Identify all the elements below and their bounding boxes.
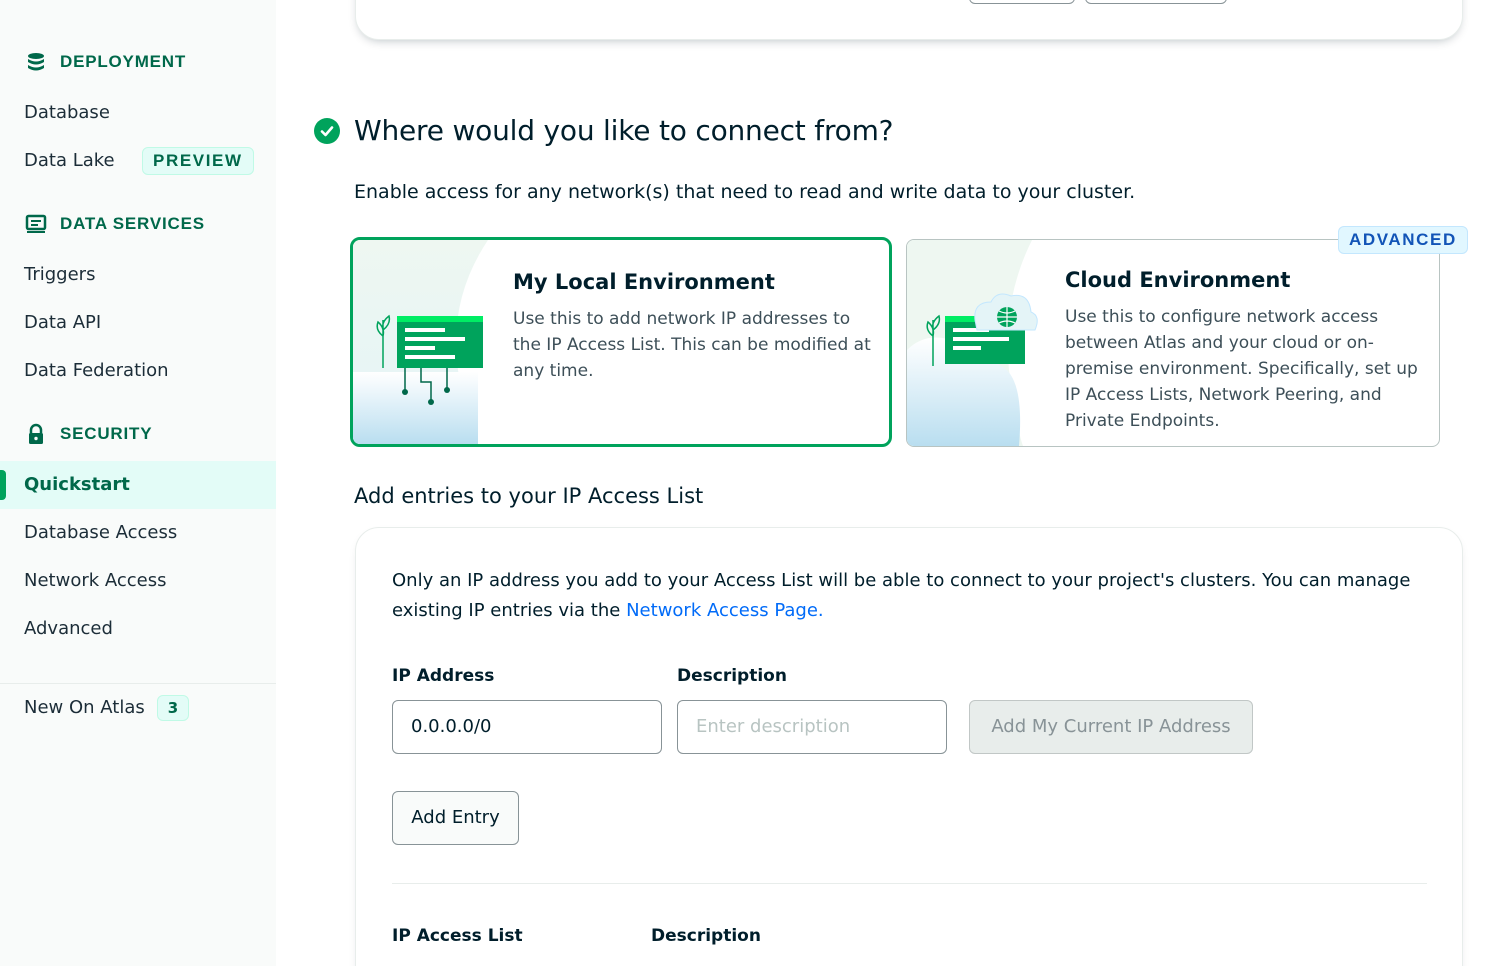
- section-title: DATA SERVICES: [60, 214, 205, 233]
- database-icon: [24, 50, 48, 74]
- description-column-header: Description: [651, 926, 761, 946]
- local-environment-description: Use this to add network IP addresses to …: [513, 309, 871, 381]
- section-title: DEPLOYMENT: [60, 52, 187, 71]
- description-input[interactable]: Enter description: [677, 700, 947, 754]
- ip-section-title: Add entries to your IP Access List: [354, 484, 704, 508]
- cloud-environment-illustration: [907, 240, 1047, 446]
- page-title: Where would you like to connect from?: [354, 114, 894, 147]
- previous-step-button[interactable]: [1085, 0, 1227, 4]
- check-circle-icon: [314, 118, 340, 144]
- sidebar-item-advanced[interactable]: Advanced: [24, 618, 113, 639]
- sidebar-item-new-on-atlas[interactable]: New On Atlas: [24, 697, 145, 718]
- active-indicator: [0, 470, 6, 500]
- advanced-badge: ADVANCED: [1338, 226, 1468, 254]
- ip-address-input[interactable]: 0.0.0.0/0: [392, 700, 662, 754]
- cloud-environment-title: Cloud Environment: [1065, 268, 1291, 292]
- cloud-environment-card[interactable]: Cloud Environment Use this to configure …: [906, 239, 1440, 447]
- previous-step-card: [355, 0, 1463, 40]
- section-deployment: DEPLOYMENT: [24, 50, 186, 74]
- sidebar-item-data-lake[interactable]: Data Lake: [24, 150, 115, 171]
- data-services-icon: [24, 212, 48, 236]
- network-access-page-link[interactable]: Network Access Page.: [626, 600, 824, 621]
- sidebar-item-network-access[interactable]: Network Access: [24, 570, 167, 591]
- sidebar-item-database[interactable]: Database: [24, 102, 110, 123]
- previous-step-button[interactable]: [969, 0, 1075, 4]
- sidebar-item-data-api[interactable]: Data API: [24, 312, 101, 333]
- lock-icon: [24, 422, 48, 446]
- preview-badge: PREVIEW: [142, 147, 254, 175]
- page-subtitle: Enable access for any network(s) that ne…: [354, 181, 1136, 203]
- sidebar-item-data-federation[interactable]: Data Federation: [24, 360, 169, 381]
- sidebar-item-database-access[interactable]: Database Access: [24, 522, 177, 543]
- ip-address-label: IP Address: [392, 666, 495, 686]
- local-environment-card[interactable]: My Local Environment Use this to add net…: [350, 237, 892, 447]
- ip-card-divider: [392, 883, 1427, 884]
- sidebar-item-triggers[interactable]: Triggers: [24, 264, 95, 285]
- ip-access-info: Only an IP address you add to your Acces…: [392, 566, 1432, 626]
- section-security: SECURITY: [24, 422, 152, 446]
- section-data-services: DATA SERVICES: [24, 212, 205, 236]
- local-environment-title: My Local Environment: [513, 270, 775, 294]
- add-entry-button[interactable]: Add Entry: [392, 791, 519, 845]
- local-environment-illustration: [353, 240, 493, 444]
- sidebar-divider: [0, 683, 276, 684]
- section-title: SECURITY: [60, 424, 153, 443]
- cloud-environment-description: Use this to configure network access bet…: [1065, 307, 1418, 431]
- description-label: Description: [677, 666, 787, 686]
- add-current-ip-button[interactable]: Add My Current IP Address: [969, 700, 1253, 754]
- ip-access-list-header: IP Access List: [392, 926, 523, 946]
- new-count-badge: 3: [157, 695, 189, 721]
- ip-access-info-text: Only an IP address you add to your Acces…: [392, 570, 1411, 621]
- sidebar-item-label: Quickstart: [24, 474, 130, 495]
